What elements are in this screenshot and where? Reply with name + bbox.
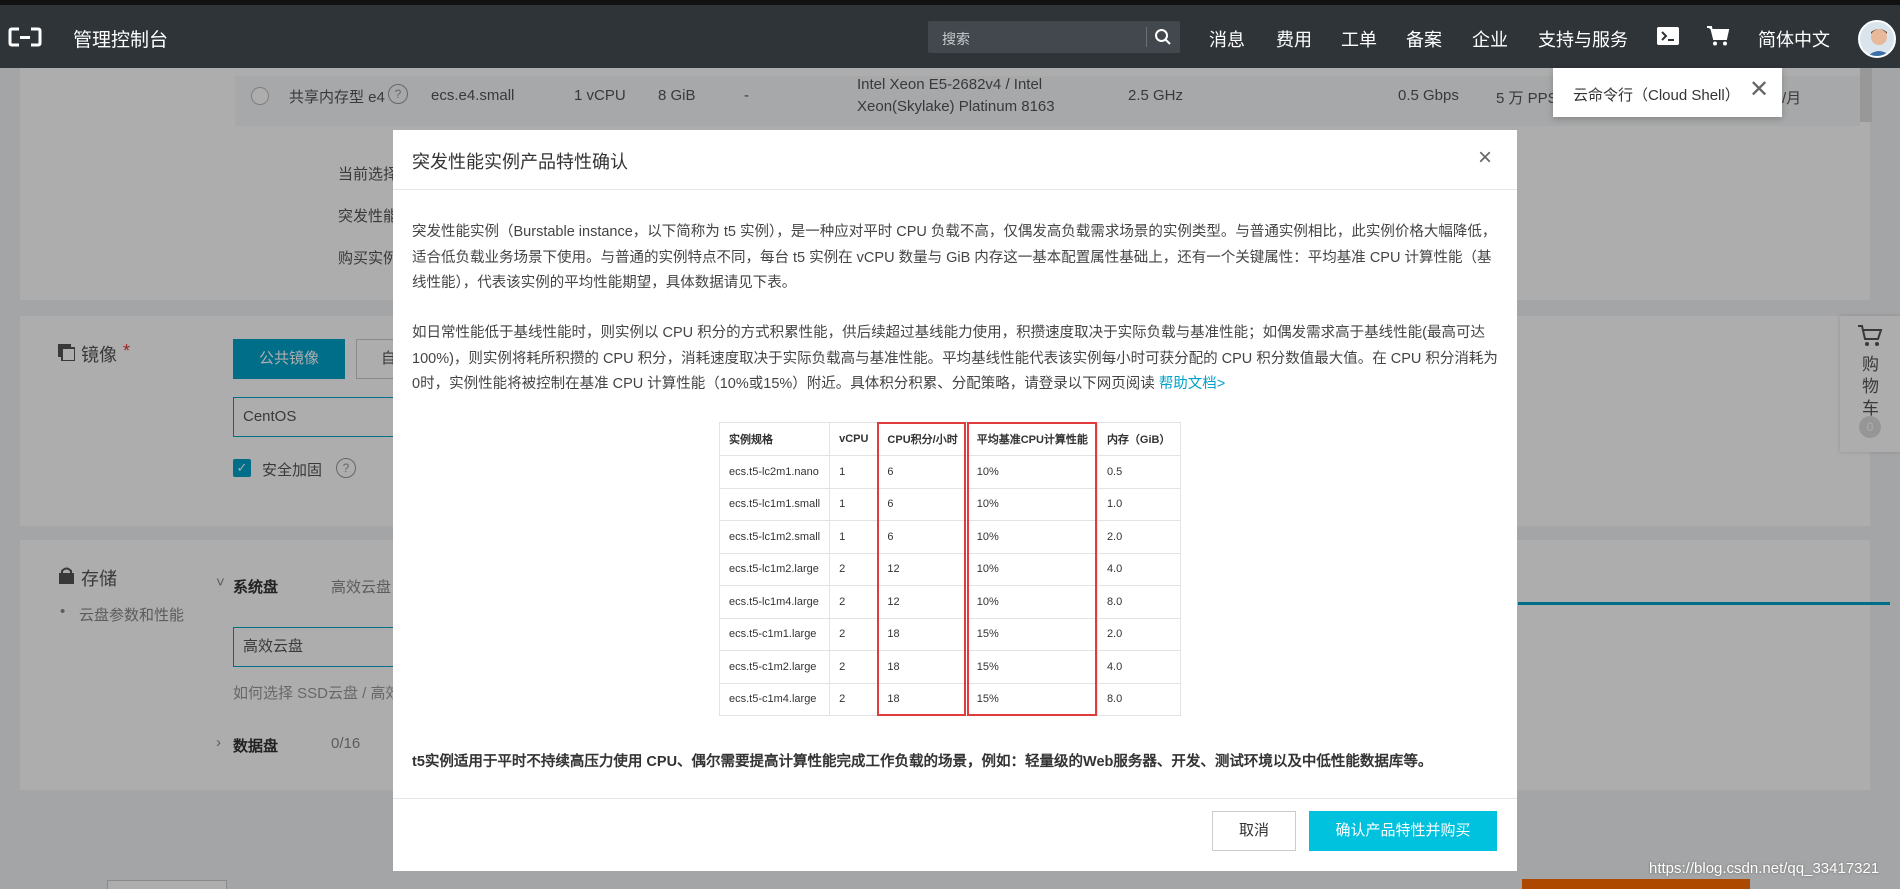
table-cell: 6 bbox=[877, 487, 968, 521]
search-icon[interactable] bbox=[1154, 28, 1172, 46]
table-row: ecs.t5-lc1m1.small 1 6 10% 1.0 bbox=[718, 487, 1181, 521]
aliyun-logo-icon[interactable] bbox=[8, 27, 42, 47]
cloud-shell-tooltip: 云命令行（Cloud Shell） ✕ bbox=[1553, 68, 1782, 117]
table-row: ecs.t5-c1m4.large 2 18 15% 8.0 bbox=[718, 682, 1181, 716]
table-row: ecs.t5-lc1m4.large 2 12 10% 8.0 bbox=[718, 585, 1181, 619]
table-header-cell: 内存（GiB） bbox=[1096, 422, 1181, 456]
table-row: ecs.t5-lc1m2.small 1 6 10% 2.0 bbox=[718, 520, 1181, 554]
confirm-purchase-button[interactable]: 确认产品特性并购买 bbox=[1309, 811, 1497, 851]
cart-icon[interactable] bbox=[1706, 25, 1730, 47]
nav-enterprise[interactable]: 企业 bbox=[1472, 26, 1508, 52]
table-cell: 15% bbox=[966, 650, 1098, 684]
avatar-icon bbox=[1867, 29, 1891, 56]
cancel-button[interactable]: 取消 bbox=[1212, 811, 1296, 851]
table-cell: 1 bbox=[829, 455, 879, 489]
nav-icp[interactable]: 备案 bbox=[1406, 26, 1442, 52]
spec-table: 实例规格 vCPU CPU积分/小时 平均基准CPU计算性能 内存（GiB） ecs.t… bbox=[718, 422, 1181, 716]
table-cell: 10% bbox=[966, 552, 1098, 586]
table-cell: ecs.t5-lc1m4.large bbox=[718, 585, 831, 619]
table-cell: 15% bbox=[966, 682, 1098, 716]
avatar[interactable] bbox=[1858, 20, 1896, 58]
table-cell: 2 bbox=[829, 552, 879, 586]
close-icon[interactable]: ✕ bbox=[1749, 78, 1769, 102]
table-cell: 1.0 bbox=[1096, 487, 1181, 521]
table-cell: 6 bbox=[877, 455, 968, 489]
table-cell: 8.0 bbox=[1096, 682, 1181, 716]
table-cell: 15% bbox=[966, 617, 1098, 651]
table-header-cell: vCPU bbox=[829, 422, 879, 456]
table-cell: 10% bbox=[966, 455, 1098, 489]
table-row: ecs.t5-lc2m1.nano 1 6 10% 0.5 bbox=[718, 455, 1181, 489]
table-cell: 2 bbox=[829, 585, 879, 619]
dialog-title: 突发性能实例产品特性确认 bbox=[412, 152, 628, 172]
usage-summary: t5实例适用于平时不持续高压力使用 CPU、偶尔需要提高计算性能完成工作负载的场… bbox=[412, 754, 1433, 770]
search-box[interactable]: 搜索 bbox=[928, 21, 1180, 53]
table-cell: ecs.t5-c1m4.large bbox=[718, 682, 831, 716]
close-icon[interactable]: × bbox=[1478, 146, 1492, 170]
table-cell: 10% bbox=[966, 585, 1098, 619]
table-cell: 6 bbox=[877, 520, 968, 554]
table-cell: ecs.t5-c1m2.large bbox=[718, 650, 831, 684]
table-header-cell: CPU积分/小时 bbox=[877, 422, 968, 456]
table-cell: ecs.t5-c1m1.large bbox=[718, 617, 831, 651]
table-row: ecs.t5-lc1m2.large 2 12 10% 4.0 bbox=[718, 552, 1181, 586]
table-cell: ecs.t5-lc1m2.small bbox=[718, 520, 831, 554]
burstable-confirm-dialog: 突发性能实例产品特性确认 × 突发性能实例（Burstable instance… bbox=[393, 130, 1517, 871]
nav-tickets[interactable]: 工单 bbox=[1341, 26, 1377, 52]
console-title[interactable]: 管理控制台 bbox=[73, 25, 168, 52]
search-divider bbox=[1146, 27, 1147, 47]
credit-paragraph-text: 如日常性能低于基线性能时，则实例以 CPU 积分的方式积累性能，供后续超过基线能… bbox=[412, 325, 1498, 392]
table-cell: ecs.t5-lc1m1.small bbox=[718, 487, 831, 521]
table-cell: ecs.t5-lc2m1.nano bbox=[718, 455, 831, 489]
table-cell: 4.0 bbox=[1096, 552, 1181, 586]
table-cell: 2 bbox=[829, 617, 879, 651]
table-cell: 18 bbox=[877, 617, 968, 651]
table-cell: 2.0 bbox=[1096, 520, 1181, 554]
language-switch[interactable]: 简体中文 bbox=[1758, 26, 1830, 52]
table-header-cell: 实例规格 bbox=[718, 422, 831, 456]
table-body: ecs.t5-lc2m1.nano 1 6 10% 0.5 ecs.t5-lc1m1.sm… bbox=[718, 455, 1181, 716]
dialog-header: 突发性能实例产品特性确认 × bbox=[393, 130, 1517, 190]
dialog-footer-divider bbox=[393, 798, 1517, 799]
table-cell: 2 bbox=[829, 650, 879, 684]
table-cell: 12 bbox=[877, 552, 968, 586]
table-cell: 2 bbox=[829, 682, 879, 716]
table-cell: 8.0 bbox=[1096, 585, 1181, 619]
nav-messages[interactable]: 消息 bbox=[1209, 26, 1245, 52]
table-cell: ecs.t5-lc1m2.large bbox=[718, 552, 831, 586]
table-cell: 10% bbox=[966, 520, 1098, 554]
top-navbar: 管理控制台 搜索 消息 费用 工单 备案 企业 支持与服务 简体中文 bbox=[0, 5, 1900, 68]
table-cell: 1 bbox=[829, 487, 879, 521]
table-cell: 1 bbox=[829, 520, 879, 554]
search-input[interactable]: 搜索 bbox=[942, 29, 970, 49]
nav-support[interactable]: 支持与服务 bbox=[1538, 26, 1628, 52]
watermark: https://blog.csdn.net/qq_33417321 bbox=[1649, 860, 1880, 877]
cloud-shell-icon[interactable] bbox=[1657, 27, 1679, 45]
table-header-cell: 平均基准CPU计算性能 bbox=[966, 422, 1098, 456]
intro-paragraph: 突发性能实例（Burstable instance，以下简称为 t5 实例），是… bbox=[412, 224, 1497, 291]
table-cell: 12 bbox=[877, 585, 968, 619]
table-row: ecs.t5-c1m1.large 2 18 15% 2.0 bbox=[718, 617, 1181, 651]
credit-paragraph: 如日常性能低于基线性能时，则实例以 CPU 积分的方式积累性能，供后续超过基线能… bbox=[412, 321, 1502, 398]
table-cell: 4.0 bbox=[1096, 650, 1181, 684]
nav-billing[interactable]: 费用 bbox=[1276, 26, 1312, 52]
help-doc-link[interactable]: 帮助文档> bbox=[1159, 376, 1225, 392]
tooltip-text: 云命令行（Cloud Shell） bbox=[1573, 87, 1740, 104]
table-cell: 10% bbox=[966, 487, 1098, 521]
table-row: ecs.t5-c1m2.large 2 18 15% 4.0 bbox=[718, 650, 1181, 684]
table-cell: 0.5 bbox=[1096, 455, 1181, 489]
table-cell: 18 bbox=[877, 650, 968, 684]
table-cell: 18 bbox=[877, 682, 968, 716]
table-header-row: 实例规格 vCPU CPU积分/小时 平均基准CPU计算性能 内存（GiB） bbox=[718, 422, 1181, 456]
table-cell: 2.0 bbox=[1096, 617, 1181, 651]
